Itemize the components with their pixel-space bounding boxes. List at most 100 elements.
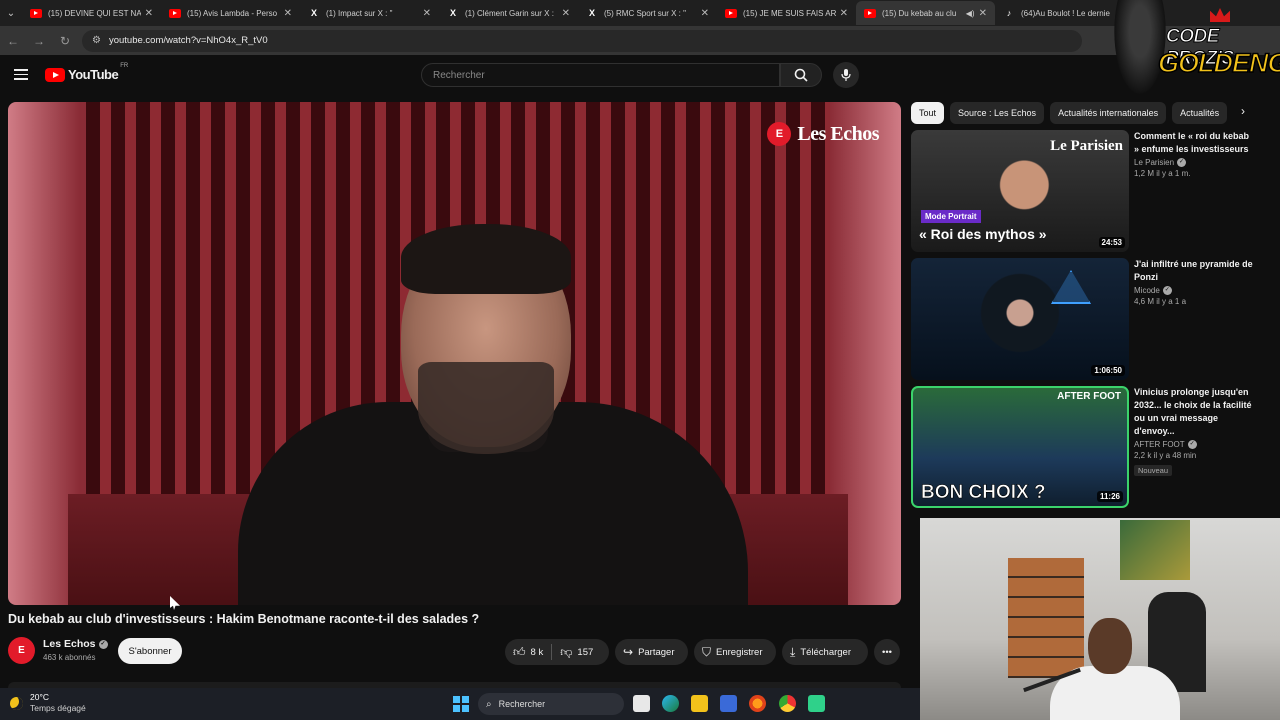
recommended-title[interactable]: Comment le « roi du kebab » enfume les i… — [1134, 130, 1254, 156]
close-icon[interactable]: ✕ — [562, 8, 570, 19]
close-icon[interactable]: ✕ — [701, 8, 709, 19]
edge-icon[interactable] — [662, 695, 679, 712]
download-button[interactable]: ⤓ Télécharger — [782, 639, 868, 665]
browser-tab[interactable]: (15) Avis Lambda - Perso ✕ — [161, 1, 300, 25]
browser-tab[interactable]: X (5) RMC Sport sur X : " ✕ — [578, 1, 717, 25]
recommended-title[interactable]: J'ai infiltré une pyramide de Ponzi — [1134, 258, 1254, 284]
browser-tab[interactable]: X (1) Impact sur X : " ✕ — [300, 1, 439, 25]
channel-name-text: Les Echos — [43, 638, 96, 650]
recommended-channel[interactable]: Le Parisien ✓ — [1134, 158, 1254, 168]
bookmark-icon: ⛉ — [702, 644, 712, 659]
recommended-title[interactable]: Vinicius prolonge jusqu'en 2032... le ch… — [1134, 386, 1254, 438]
menu-icon[interactable] — [14, 69, 28, 80]
video-watermark: E Les Echos — [767, 122, 879, 146]
save-button[interactable]: ⛉ Enregistrer — [694, 639, 776, 665]
tiktok-icon: ♪ — [1006, 7, 1012, 18]
windows-taskbar: 20°C Temps dégagé ⌕ Rechercher — [0, 688, 920, 720]
file-explorer-icon[interactable] — [691, 695, 708, 712]
video-speaker-beard — [418, 362, 554, 454]
store-icon[interactable] — [720, 695, 737, 712]
address-bar[interactable]: ⚙ youtube.com/watch?v=NhO4x_R_tV0 — [82, 29, 1082, 52]
video-thumbnail[interactable]: AFTER FOOT BON CHOIX ? 11:26 — [911, 386, 1129, 508]
youtube-logo[interactable]: YouTube FR — [45, 63, 128, 82]
windows-start-icon[interactable] — [453, 696, 469, 712]
channel-avatar[interactable]: E — [8, 637, 35, 664]
verified-icon: ✓ — [1162, 286, 1172, 296]
search-button[interactable] — [780, 63, 822, 87]
youtube-icon — [864, 8, 876, 18]
recommended-video[interactable]: AFTER FOOT BON CHOIX ? 11:26 Vinicius pr… — [911, 386, 1280, 508]
recommended-channel-text: Micode — [1134, 286, 1160, 295]
download-label: Télécharger — [800, 646, 852, 658]
close-icon[interactable]: ✕ — [423, 8, 431, 19]
task-view-icon[interactable] — [633, 695, 650, 712]
share-button[interactable]: ↪ Partager — [615, 639, 688, 665]
taskbar-search[interactable]: ⌕ Rechercher — [478, 693, 624, 715]
forward-icon[interactable]: → — [26, 34, 52, 48]
video-duration: 11:26 — [1096, 491, 1123, 502]
browser-toolbar: ← → ↻ ⚙ youtube.com/watch?v=NhO4x_R_tV0 — [0, 26, 1280, 55]
close-icon[interactable]: ✕ — [145, 8, 153, 19]
close-icon[interactable]: ✕ — [979, 8, 987, 19]
chip-news[interactable]: Actualités — [1172, 102, 1228, 124]
webcam-poster — [1120, 520, 1190, 580]
thumbs-up-icon: 👍︎ — [513, 644, 526, 659]
webcam-shelf — [1008, 558, 1084, 678]
recommended-meta: 4,6 M il y a 1 a — [1134, 297, 1187, 307]
tab-label: (15) DEVINE QUI EST NAT — [48, 8, 141, 18]
tab-search-icon[interactable]: ⌄ — [0, 2, 22, 24]
recommended-video[interactable]: 1:06:50 J'ai infiltré une pyramide de Po… — [911, 258, 1280, 380]
recommended-meta: 1,2 M il y a 1 m. — [1134, 169, 1191, 179]
video-thumbnail[interactable]: 1:06:50 — [911, 258, 1129, 380]
recommended-meta: 2,2 k il y a 48 min — [1134, 451, 1197, 461]
more-actions-button[interactable]: ••• — [874, 639, 900, 665]
chevron-right-icon[interactable]: › — [1234, 104, 1252, 122]
weather-widget[interactable]: 20°C Temps dégagé — [10, 692, 86, 714]
dislike-button[interactable]: 👎︎ 157 — [552, 639, 601, 665]
back-icon[interactable]: ← — [0, 34, 26, 48]
download-icon: ⤓ — [790, 644, 796, 659]
firefox-icon[interactable] — [749, 695, 766, 712]
recommended-channel[interactable]: AFTER FOOT ✓ — [1134, 440, 1254, 450]
video-duration: 24:53 — [1098, 237, 1125, 248]
close-icon[interactable]: ✕ — [284, 8, 292, 19]
video-thumbnail[interactable]: Le Parisien Mode Portrait « Roi des myth… — [911, 130, 1129, 252]
share-label: Partager — [638, 646, 675, 658]
subscribe-button[interactable]: S'abonner — [118, 638, 182, 664]
browser-tab[interactable]: (15) DEVINE QUI EST NAT ✕ — [22, 1, 161, 25]
youtube-play-icon — [45, 67, 65, 82]
thumbnail-tag: AFTER FOOT — [1057, 391, 1121, 402]
chrome-icon[interactable] — [779, 695, 796, 712]
recommended-video[interactable]: Le Parisien Mode Portrait « Roi des myth… — [911, 130, 1280, 252]
browser-tab-active[interactable]: (15) Du kebab au clu ◀) ✕ — [856, 1, 995, 25]
channel-name[interactable]: Les Echos ✓ — [43, 638, 108, 650]
browser-tab-strip: ⌄ (15) DEVINE QUI EST NAT ✕ (15) Avis Lam… — [0, 0, 1280, 26]
streamlabs-icon[interactable] — [808, 695, 825, 712]
stream-logo-overlay: CODE PROZIS GOLDENG — [1110, 0, 1280, 104]
close-icon[interactable]: ✕ — [840, 8, 848, 19]
site-info-icon[interactable]: ⚙ — [92, 35, 101, 46]
chip-international-news[interactable]: Actualités internationales — [1050, 102, 1167, 124]
video-speaker-hair — [401, 224, 571, 294]
more-icon: ••• — [882, 646, 892, 658]
new-badge: Nouveau — [1134, 465, 1173, 477]
speaker-icon[interactable]: ◀) — [966, 9, 975, 18]
x-icon: X — [588, 7, 595, 18]
chip-all[interactable]: Tout — [911, 102, 945, 124]
like-button[interactable]: 👍︎ 8 k — [505, 639, 551, 665]
recommended-channel[interactable]: Micode ✓ — [1134, 286, 1254, 296]
crown-icon — [1210, 8, 1230, 22]
taskbar-search-label: Rechercher — [498, 699, 546, 709]
recommended-channel-text: Le Parisien — [1134, 158, 1175, 167]
tab-label: (1) Clément Garin sur X : — [465, 8, 554, 18]
recommended-info: Comment le « roi du kebab » enfume les i… — [1134, 130, 1254, 178]
browser-tab[interactable]: X (1) Clément Garin sur X : ✕ — [439, 1, 578, 25]
voice-search-button[interactable] — [833, 62, 859, 88]
search-input[interactable]: Rechercher — [421, 63, 780, 87]
reload-icon[interactable]: ↻ — [52, 34, 78, 48]
browser-tab[interactable]: (15) JE ME SUIS FAIS ARN ✕ — [717, 1, 856, 25]
like-dislike-group: 👍︎ 8 k 👎︎ 157 — [505, 639, 609, 665]
youtube-icon — [725, 8, 737, 18]
video-player[interactable]: E Les Echos — [8, 102, 901, 605]
chip-source[interactable]: Source : Les Echos — [950, 102, 1045, 124]
